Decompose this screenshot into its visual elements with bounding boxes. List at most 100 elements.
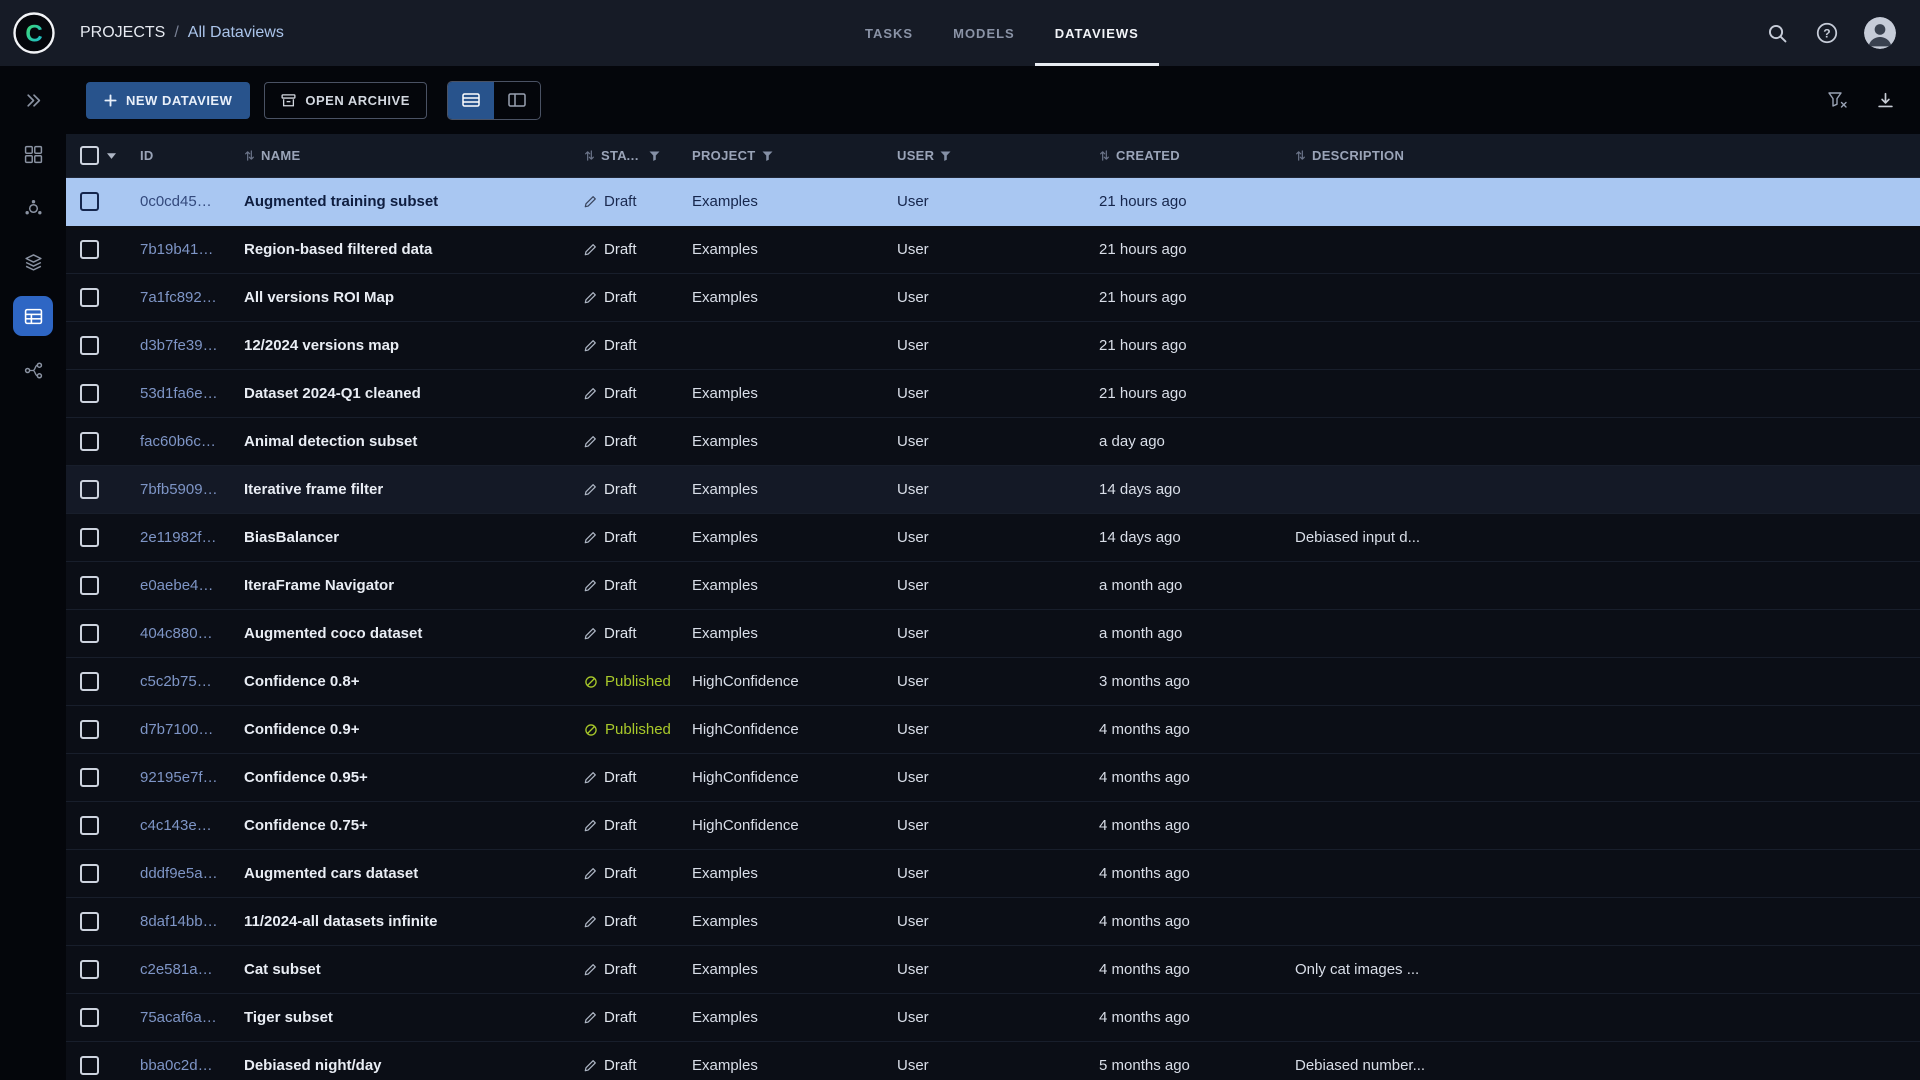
table-row[interactable]: 75acaf6a79... Tiger subset Draft Examples Us… [66, 994, 1920, 1042]
row-checkbox[interactable] [80, 960, 99, 979]
row-status: Draft [576, 625, 676, 642]
table-view-button[interactable] [447, 81, 494, 119]
row-name[interactable]: Confidence 0.8+ [228, 673, 576, 690]
sort-icon[interactable] [584, 149, 595, 162]
row-checkbox[interactable] [80, 192, 99, 211]
row-name[interactable]: Dataset 2024-Q1 cleaned [228, 385, 576, 402]
row-name[interactable]: All versions ROI Map [228, 289, 576, 306]
sidebar-expand-icon[interactable] [13, 80, 53, 120]
column-header-description[interactable]: DESCRIPTION [1279, 148, 1920, 163]
row-user: User [897, 289, 929, 306]
row-name[interactable]: Cat subset [228, 961, 576, 978]
sort-icon[interactable] [1295, 149, 1306, 162]
select-dropdown-icon[interactable] [107, 152, 116, 159]
sidebar-dataviews-icon[interactable] [13, 296, 53, 336]
table-row[interactable]: c5c2b755d... Confidence 0.8+ Published High… [66, 658, 1920, 706]
row-checkbox[interactable] [80, 720, 99, 739]
row-checkbox[interactable] [80, 240, 99, 259]
row-checkbox[interactable] [80, 384, 99, 403]
column-header-status[interactable]: STATUS [576, 148, 676, 163]
column-header-name[interactable]: NAME [228, 148, 576, 163]
row-checkbox[interactable] [80, 336, 99, 355]
sidebar-projects-icon[interactable] [13, 134, 53, 174]
table-row[interactable]: bba0c2dcd... Debiased night/day Draft Examp… [66, 1042, 1920, 1080]
clearml-logo-icon[interactable]: C [12, 11, 56, 55]
row-name[interactable]: Confidence 0.75+ [228, 817, 576, 834]
row-checkbox[interactable] [80, 528, 99, 547]
row-checkbox[interactable] [80, 480, 99, 499]
open-archive-button[interactable]: OPEN ARCHIVE [264, 81, 427, 119]
row-checkbox[interactable] [80, 1008, 99, 1027]
row-name[interactable]: Augmented coco dataset [228, 625, 576, 642]
row-project: Examples [692, 193, 758, 210]
clear-filters-icon[interactable] [1828, 92, 1847, 108]
new-dataview-button[interactable]: NEW DATAVIEW [86, 81, 251, 119]
row-checkbox[interactable] [80, 288, 99, 307]
table-row[interactable]: c2e581a9e... Cat subset Draft Examples User 4… [66, 946, 1920, 994]
row-checkbox[interactable] [80, 768, 99, 787]
table-row[interactable]: 92195e7f6... Confidence 0.95+ Draft HighCon… [66, 754, 1920, 802]
user-avatar[interactable] [1864, 17, 1896, 49]
row-name[interactable]: Augmented training subset [228, 193, 576, 210]
column-header-id[interactable]: ID [124, 148, 228, 163]
row-name[interactable]: Augmented cars dataset [228, 865, 576, 882]
tab-tasks[interactable]: TASKS [845, 0, 933, 66]
search-icon[interactable] [1764, 20, 1790, 46]
row-name[interactable]: IteraFrame Navigator [228, 577, 576, 594]
filter-funnel-icon[interactable] [649, 150, 660, 161]
row-name[interactable]: Iterative frame filter [228, 481, 576, 498]
help-icon[interactable]: ? [1814, 20, 1840, 46]
row-checkbox[interactable] [80, 864, 99, 883]
row-checkbox[interactable] [80, 672, 99, 691]
row-project: Examples [692, 529, 758, 546]
filter-funnel-icon[interactable] [940, 150, 951, 161]
filter-funnel-icon[interactable] [762, 150, 773, 161]
table-row[interactable]: dddf9e5a9... Augmented cars dataset Draft E… [66, 850, 1920, 898]
row-name[interactable]: 12/2024 versions map [228, 337, 576, 354]
row-checkbox[interactable] [80, 912, 99, 931]
table-row[interactable]: d7b710099... Confidence 0.9+ Published High… [66, 706, 1920, 754]
table-row[interactable]: d3b7fe39a... 12/2024 versions map Draft Use… [66, 322, 1920, 370]
tab-models[interactable]: MODELS [933, 0, 1035, 66]
row-checkbox[interactable] [80, 576, 99, 595]
row-name[interactable]: Debiased night/day [228, 1057, 576, 1074]
table-row[interactable]: e0aebe40b... IteraFrame Navigator Draft Exa… [66, 562, 1920, 610]
row-name[interactable]: Confidence 0.9+ [228, 721, 576, 738]
download-icon[interactable] [1877, 92, 1894, 109]
table-row[interactable]: 404c88030... Augmented coco dataset Draft E… [66, 610, 1920, 658]
column-header-user[interactable]: USER [881, 148, 1083, 163]
row-user: User [897, 193, 929, 210]
tab-dataviews[interactable]: DATAVIEWS [1035, 0, 1159, 66]
table-row[interactable]: fac60b6c4e... Animal detection subset Draf… [66, 418, 1920, 466]
select-all-cell[interactable] [66, 146, 124, 165]
row-name[interactable]: Tiger subset [228, 1009, 576, 1026]
sidebar-datasets-icon[interactable] [13, 242, 53, 282]
row-checkbox[interactable] [80, 624, 99, 643]
sidebar-workers-queues-icon[interactable] [13, 188, 53, 228]
table-row[interactable]: c4c143e5b... Confidence 0.75+ Draft HighCon… [66, 802, 1920, 850]
row-checkbox[interactable] [80, 1056, 99, 1075]
row-checkbox[interactable] [80, 432, 99, 451]
row-name[interactable]: Confidence 0.95+ [228, 769, 576, 786]
table-row[interactable]: 7a1fc892c5... All versions ROI Map Draft Ex… [66, 274, 1920, 322]
row-name[interactable]: Animal detection subset [228, 433, 576, 450]
table-row[interactable]: 7bfb59096... Iterative frame filter Draft E… [66, 466, 1920, 514]
row-name[interactable]: Region-based filtered data [228, 241, 576, 258]
sidebar-pipelines-icon[interactable] [13, 350, 53, 390]
row-name[interactable]: 11/2024-all datasets infinite [228, 913, 576, 930]
column-header-created[interactable]: CREATED [1083, 148, 1279, 163]
split-view-button[interactable] [494, 82, 540, 119]
breadcrumb-projects-link[interactable]: PROJECTS [80, 24, 165, 42]
column-header-project[interactable]: PROJECT [676, 148, 881, 163]
table-row[interactable]: 2e11982f9... BiasBalancer Draft Examples Use… [66, 514, 1920, 562]
table-row[interactable]: 8daf14bb7... 11/2024-all datasets infinit… [66, 898, 1920, 946]
table-row[interactable]: 53d1fa6e3... Dataset 2024-Q1 cleaned Draft… [66, 370, 1920, 418]
sort-icon[interactable] [244, 149, 255, 162]
row-name[interactable]: BiasBalancer [228, 529, 576, 546]
table-row[interactable]: 0c0cd450c... Augmented training subset Dra… [66, 178, 1920, 226]
row-checkbox[interactable] [80, 816, 99, 835]
main-content: NEW DATAVIEW OPEN ARCHIVE ID NAME STATU … [66, 66, 1920, 1080]
select-all-checkbox[interactable] [80, 146, 99, 165]
table-row[interactable]: 7b19b4126... Region-based filtered data Dr… [66, 226, 1920, 274]
sort-icon[interactable] [1099, 149, 1110, 162]
